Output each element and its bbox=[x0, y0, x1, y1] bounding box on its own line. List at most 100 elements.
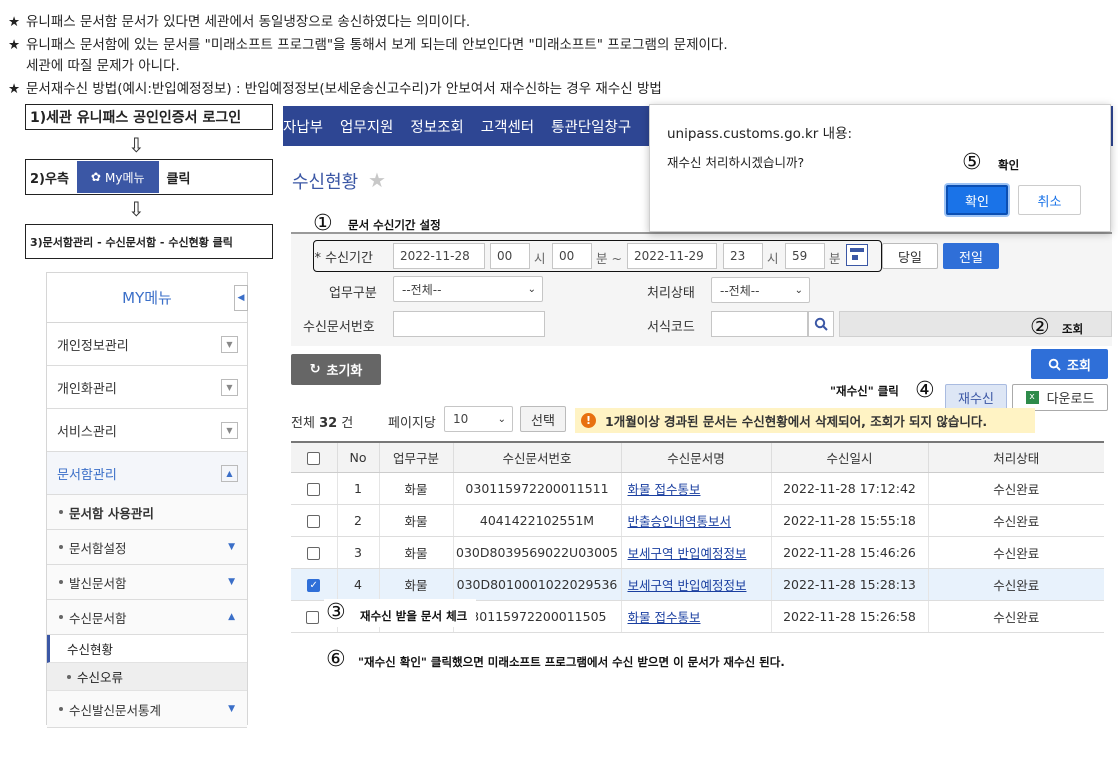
row-checkbox[interactable] bbox=[307, 514, 321, 528]
excel-icon: x bbox=[1025, 391, 1039, 404]
period-label: ** 수신기간 bbox=[314, 251, 373, 266]
my-menu-button[interactable]: ✿ My메뉴 bbox=[76, 161, 159, 193]
calendar-icon[interactable] bbox=[846, 244, 868, 266]
favorite-star-icon[interactable]: ★ bbox=[368, 168, 386, 192]
row-date: 2022-11-28 15:55:18 bbox=[771, 504, 929, 537]
row-checkbox[interactable] bbox=[307, 546, 321, 560]
minute-to-input[interactable]: 59 bbox=[785, 243, 825, 269]
bullet-icon bbox=[59, 545, 63, 549]
row-status: 수신완료 bbox=[928, 504, 1104, 537]
step-2-box: 2)우측 ✿ My메뉴 클릭 bbox=[25, 159, 273, 195]
table-row: 2 화물 4041422102551M 반출승인내역통보서 2022-11-28… bbox=[291, 504, 1104, 537]
sidebar-sub-doc-settings[interactable]: 문서함설정 ▼ bbox=[47, 530, 247, 565]
select-all-cell bbox=[291, 441, 338, 473]
row-docname-cell: 보세구역 반입예정정보 bbox=[621, 568, 772, 601]
sidebar-item-service[interactable]: 서비스관리 ▼ bbox=[47, 409, 247, 452]
sidebar-item-personal-info[interactable]: 개인정보관리 ▼ bbox=[47, 323, 247, 366]
refresh-icon: ↻ bbox=[309, 362, 321, 377]
row-docname-link[interactable]: 화물 접수통보 bbox=[628, 482, 701, 497]
sidebar-item-doc-box[interactable]: 문서함관리 ▲ bbox=[47, 452, 247, 495]
row-status: 수신완료 bbox=[928, 600, 1104, 633]
select-all-checkbox[interactable] bbox=[307, 451, 321, 465]
annotation-number-5: ⑤ bbox=[962, 150, 982, 175]
sidebar-leaf-received-status[interactable]: 수신현황 bbox=[47, 635, 247, 663]
previous-day-button[interactable]: 전일 bbox=[943, 243, 999, 269]
annotation-number-4: ④ bbox=[915, 378, 935, 403]
row-docname-cell: 보세구역 반입예정정보 bbox=[621, 536, 772, 569]
sidebar-sub-doc-usage[interactable]: 문서함 사용관리 bbox=[47, 495, 247, 530]
row-date: 2022-11-28 17:12:42 bbox=[771, 472, 929, 505]
sidebar-sub-received-box[interactable]: 수신문서함 ▲ bbox=[47, 600, 247, 635]
annotation-text-4: "재수신" 클릭 bbox=[830, 384, 899, 398]
row-docname-link[interactable]: 보세구역 반입예정정보 bbox=[628, 578, 747, 593]
minute-from-input[interactable]: 00 bbox=[552, 243, 592, 269]
row-biz: 화물 bbox=[379, 568, 454, 601]
date-from-input[interactable]: 2022-11-28 bbox=[393, 243, 485, 269]
chevron-down-icon[interactable]: ▼ bbox=[221, 378, 238, 396]
sidebar-sub-sent-box[interactable]: 발신문서함 ▼ bbox=[47, 565, 247, 600]
nav-item-inquiry[interactable]: 정보조회 bbox=[410, 116, 463, 137]
nav-item-customer[interactable]: 고객센터 bbox=[481, 116, 534, 137]
nav-item-single-window[interactable]: 통관단일창구 bbox=[551, 116, 631, 137]
row-no: 3 bbox=[337, 536, 380, 569]
row-checkbox-checked[interactable]: ✓ bbox=[307, 578, 321, 592]
row-date: 2022-11-28 15:46:26 bbox=[771, 536, 929, 569]
dialog-cancel-button[interactable]: 취소 bbox=[1018, 185, 1081, 215]
row-checkbox[interactable] bbox=[307, 482, 321, 496]
collapse-left-icon[interactable]: ◀ bbox=[234, 285, 248, 311]
status-select[interactable]: --전체-- ⌄ bbox=[711, 277, 810, 303]
annotation-number-2: ② bbox=[1030, 315, 1050, 340]
note-line-4: ★ 문서재수신 방법(예시:반입예정정보) : 반입예정정보(보세운송신고수리)가… bbox=[8, 81, 662, 97]
column-header: 수신문서명 bbox=[621, 441, 772, 473]
minute-unit-label: 분 bbox=[829, 251, 841, 266]
chevron-down-icon[interactable]: ▼ bbox=[221, 335, 238, 353]
row-check-cell: ✓ bbox=[291, 568, 338, 601]
row-checkbox[interactable] bbox=[306, 610, 319, 624]
confirm-dialog: unipass.customs.go.kr 내용: 재수신 처리하시겠습니까? … bbox=[649, 104, 1111, 232]
minute-unit-label: 분 ~ bbox=[596, 251, 622, 266]
search-icon bbox=[1048, 358, 1061, 371]
download-button[interactable]: x 다운로드 bbox=[1012, 384, 1108, 411]
nav-item-support[interactable]: 업무지원 bbox=[340, 116, 393, 137]
nav-item-payment[interactable]: 자납부 bbox=[283, 116, 323, 137]
column-header: 수신일시 bbox=[771, 441, 929, 473]
business-type-select[interactable]: --전체-- ⌄ bbox=[393, 276, 543, 302]
row-docname-cell: 화물 접수통보 bbox=[621, 472, 772, 505]
sidebar-header: MY메뉴 ◀ bbox=[47, 273, 248, 323]
bullet-icon bbox=[59, 510, 63, 514]
reset-button[interactable]: ↻ 초기화 bbox=[291, 354, 381, 385]
hour-from-input[interactable]: 00 bbox=[490, 243, 530, 269]
star-bullet-icon: ★ bbox=[8, 37, 21, 53]
sidebar-item-personalization[interactable]: 개인화관리 ▼ bbox=[47, 366, 247, 409]
chevron-up-icon: ▲ bbox=[228, 612, 235, 622]
row-biz: 화물 bbox=[379, 472, 454, 505]
hour-to-input[interactable]: 23 bbox=[723, 243, 763, 269]
chevron-down-icon[interactable]: ▼ bbox=[221, 421, 238, 439]
row-docname-link[interactable]: 화물 접수통보 bbox=[628, 610, 701, 625]
top-navigation: 자납부 업무지원 정보조회 고객센터 통관단일창구 bbox=[283, 106, 653, 146]
step-1-box: 1)세관 유니패스 공인인증서 로그인 bbox=[25, 104, 273, 130]
row-check-cell bbox=[291, 536, 338, 569]
doc-number-label: 수신문서번호 bbox=[303, 320, 375, 335]
today-button[interactable]: 당일 bbox=[882, 243, 938, 269]
select-button[interactable]: 선택 bbox=[520, 406, 566, 432]
date-to-input[interactable]: 2022-11-29 bbox=[627, 243, 717, 269]
chevron-up-icon[interactable]: ▲ bbox=[221, 464, 238, 482]
table-row: 3 화물 030D8039569022U03005 보세구역 반입예정정보 20… bbox=[291, 536, 1104, 569]
status-label: 처리상태 bbox=[647, 286, 695, 301]
row-date: 2022-11-28 15:28:13 bbox=[771, 568, 929, 601]
annotation-number-6: ⑥ bbox=[326, 647, 346, 672]
sidebar-sub-stats[interactable]: 수신발신문서통계 ▼ bbox=[47, 691, 247, 728]
form-code-input[interactable] bbox=[711, 311, 808, 337]
row-docname-link[interactable]: 반출승인내역통보서 bbox=[628, 514, 732, 529]
per-page-select[interactable]: 10 ⌄ bbox=[444, 406, 513, 432]
search-button[interactable]: 조회 bbox=[1031, 349, 1108, 379]
dialog-ok-button[interactable]: 확인 bbox=[946, 185, 1008, 215]
row-docname-link[interactable]: 보세구역 반입예정정보 bbox=[628, 546, 747, 561]
doc-number-input[interactable] bbox=[393, 311, 545, 337]
resend-button[interactable]: 재수신 bbox=[945, 384, 1007, 411]
row-docno: 030115972200011505 bbox=[453, 600, 622, 633]
search-icon[interactable] bbox=[808, 311, 834, 337]
sidebar-leaf-received-error[interactable]: 수신오류 bbox=[47, 663, 247, 691]
table-row: 1 화물 030115972200011511 화물 접수통보 2022-11-… bbox=[291, 472, 1104, 505]
